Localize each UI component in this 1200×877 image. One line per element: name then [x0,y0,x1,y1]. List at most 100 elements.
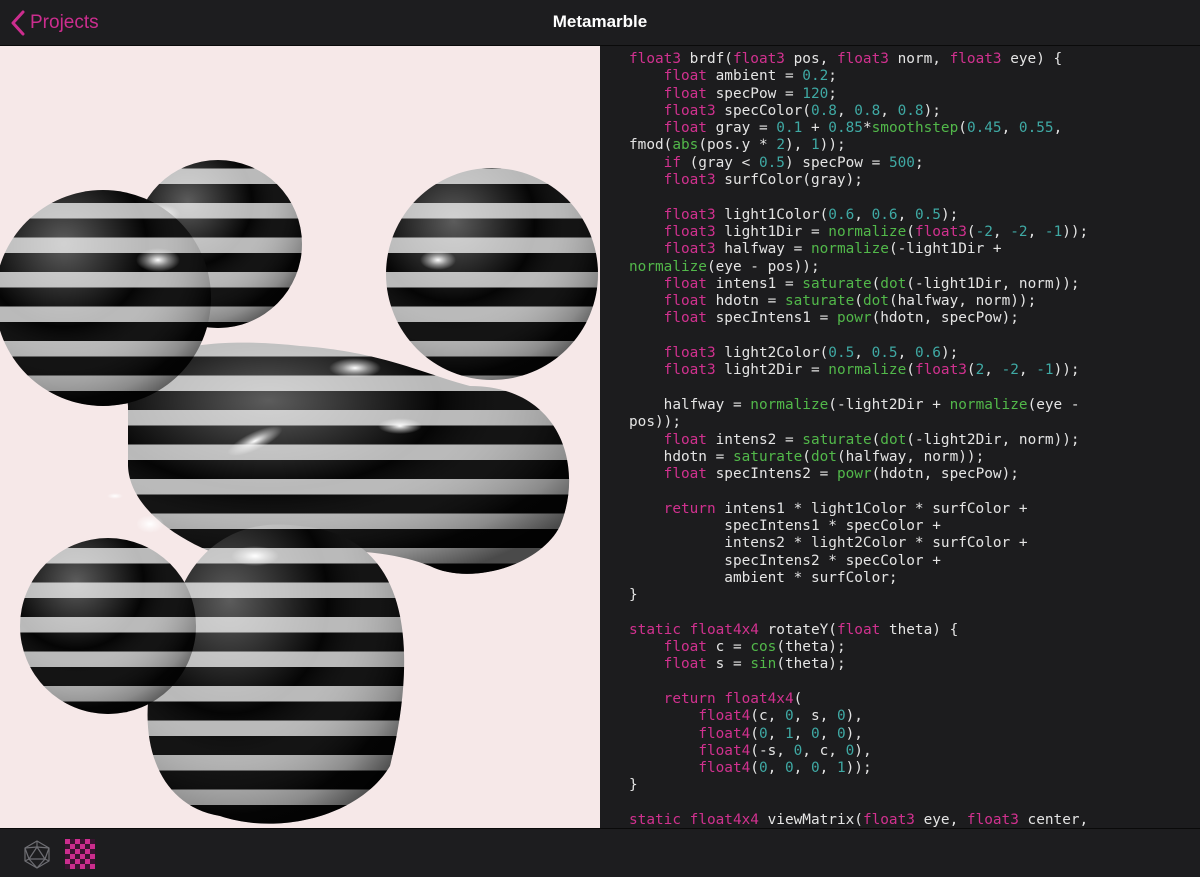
code-token: (-s, [750,742,794,759]
lower-metaball-blob [147,524,405,824]
shader-code-editor[interactable]: float3 brdf(float3 pos, float3 norm, flo… [600,46,1200,828]
back-to-projects-button[interactable]: Projects [10,8,99,38]
code-token: 0.5 [871,345,898,362]
code-token: float3 [663,206,716,223]
code-line[interactable]: float intens1 = saturate(dot(-light1Dir,… [629,276,1194,293]
code-token: 0 [836,725,846,742]
code-line[interactable]: float3 light2Dir = normalize(float3(2, -… [629,362,1194,379]
code-line[interactable]: return float4x4( [629,691,1194,708]
code-line[interactable]: ambient * surfColor; [629,570,1194,587]
code-text[interactable]: float3 brdf(float3 pos, float3 norm, flo… [629,51,1194,828]
code-line[interactable]: hdotn = saturate(dot(halfway, norm)); [629,449,1194,466]
code-token: 2 [975,362,985,379]
code-line[interactable]: normalize(eye - pos)); [629,259,1194,276]
code-line[interactable]: float4(0, 0, 0, 1)); [629,760,1194,777]
code-line[interactable]: float3 halfway = normalize(-light1Dir + [629,241,1194,258]
code-token: ), [845,725,863,742]
code-line[interactable]: static float4x4 rotateY(float theta) { [629,622,1194,639]
code-token: + [802,120,829,137]
code-token: ( [854,293,863,310]
texture-button[interactable] [65,839,95,869]
code-line[interactable] [629,795,1194,812]
code-line[interactable]: if (gray < 0.5) specPow = 500; [629,155,1194,172]
code-token: ( [871,275,881,292]
code-line[interactable]: float specIntens2 = powr(hdotn, specPow)… [629,466,1194,483]
code-token: -2 [1010,223,1028,240]
code-token: 2 [776,137,785,154]
code-token: dot [880,431,907,448]
code-line[interactable]: float specPow = 120; [629,86,1194,103]
code-line[interactable]: } [629,777,1194,794]
code-line[interactable]: halfway = normalize(-light2Dir + normali… [629,397,1194,414]
code-line[interactable]: specIntens2 * specColor + [629,553,1194,570]
code-token: float4 [698,708,751,725]
code-token: specIntens1 = [706,310,837,327]
code-line[interactable]: float hdotn = saturate(dot(halfway, norm… [629,293,1194,310]
code-line[interactable]: float4(c, 0, s, 0), [629,708,1194,725]
code-token: light2Dir = [715,362,829,379]
back-button-label: Projects [30,12,99,33]
code-token: specIntens1 * specColor + [629,518,941,535]
code-token: ( [750,760,759,777]
code-line[interactable]: float4(-s, 0, c, 0), [629,743,1194,760]
code-line[interactable]: fmod(abs(pos.y * 2), 1)); [629,137,1194,154]
code-line[interactable] [629,380,1194,397]
code-token: (-light2Dir + [828,396,950,413]
geometry-button[interactable] [22,839,52,869]
code-line[interactable]: float intens2 = saturate(dot(-light2Dir,… [629,432,1194,449]
sphere-top-left [0,190,211,406]
code-token: , [854,206,872,223]
code-token: 0.6 [828,206,855,223]
code-token: -2 [1001,362,1019,379]
code-line[interactable]: float3 brdf(float3 pos, float3 norm, flo… [629,51,1194,68]
code-token: )); [819,137,846,154]
code-token: ( [966,362,976,379]
code-line[interactable] [629,328,1194,345]
code-token: , [767,725,785,742]
code-line[interactable]: float ambient = 0.2; [629,68,1194,85]
code-line[interactable]: intens2 * light2Color * surfColor + [629,535,1194,552]
render-viewport[interactable] [0,46,600,828]
code-token: 0.5 [828,345,855,362]
code-line[interactable]: float specIntens1 = powr(hdotn, specPow)… [629,310,1194,327]
code-line[interactable]: float3 surfColor(gray); [629,172,1194,189]
code-token: float3 [914,362,967,379]
code-line[interactable]: static float4x4 viewMatrix(float3 eye, f… [629,812,1194,828]
code-line[interactable]: } [629,587,1194,604]
code-token: float [663,466,707,483]
code-line[interactable]: return intens1 * light1Color * surfColor… [629,501,1194,518]
code-line[interactable]: float s = sin(theta); [629,656,1194,673]
code-token: 0 [810,725,820,742]
code-line[interactable]: float4(0, 1, 0, 0), [629,726,1194,743]
code-token: * [862,120,872,137]
code-token: normalize [629,258,707,275]
code-line[interactable] [629,605,1194,622]
code-line[interactable] [629,483,1194,500]
code-token: (-light2Dir, norm)); [906,431,1080,448]
code-line[interactable]: float3 light1Color(0.6, 0.6, 0.5); [629,207,1194,224]
code-line[interactable]: pos)); [629,414,1194,431]
code-token: , [1001,120,1019,137]
code-line[interactable]: float3 light2Color(0.5, 0.5, 0.6); [629,345,1194,362]
code-token: 0.8 [854,102,881,119]
code-line[interactable] [629,189,1194,206]
code-token: 0 [836,708,846,725]
code-line[interactable]: specIntens1 * specColor + [629,518,1194,535]
code-token: 0.8 [810,102,837,119]
code-line[interactable]: float3 light1Dir = normalize(float3(-2, … [629,224,1194,241]
code-token: specIntens2 = [706,466,837,483]
code-line[interactable]: float gray = 0.1 + 0.85*smoothstep(0.45,… [629,120,1194,137]
code-token: pos, [784,51,837,67]
code-token: hdotn = [706,293,785,310]
code-line[interactable] [629,674,1194,691]
code-token: -2 [975,223,993,240]
code-line[interactable]: float c = cos(theta); [629,639,1194,656]
code-token: (eye - pos)); [706,258,820,275]
code-token: float [663,656,707,673]
code-token: sin [750,656,777,673]
code-line[interactable]: float3 specColor(0.8, 0.8, 0.8); [629,103,1194,120]
